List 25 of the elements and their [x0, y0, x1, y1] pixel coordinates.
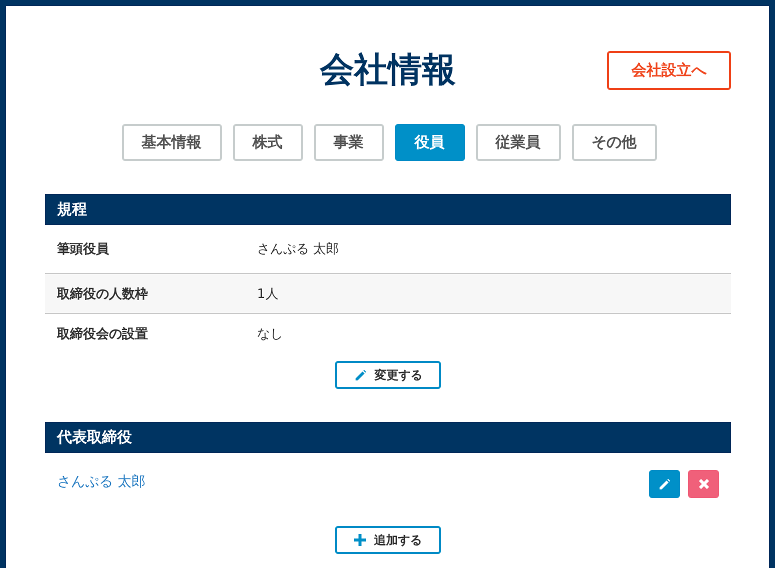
tab[interactable]: 基本情報 — [122, 124, 222, 161]
edit-button[interactable] — [649, 470, 680, 498]
delete-button[interactable] — [688, 470, 719, 498]
tab[interactable]: 従業員 — [476, 124, 560, 161]
field-value: さんぷる 太郎 — [257, 241, 340, 258]
field-label: 筆頭役員 — [56, 241, 110, 258]
close-icon — [698, 479, 708, 489]
person-link[interactable]: さんぷる 太郎 — [57, 473, 641, 491]
tab[interactable]: その他 — [572, 124, 656, 161]
section-header: 代表取締役 — [45, 422, 731, 453]
tab[interactable]: 株式 — [232, 124, 302, 161]
tab[interactable]: 事業 — [314, 124, 384, 161]
establish-button[interactable]: 会社設立へ — [607, 51, 731, 90]
field-value: なし — [257, 326, 283, 342]
field-label: 取締役会の設置 — [56, 326, 149, 342]
add-button[interactable]: 追加する — [335, 526, 441, 554]
tab[interactable]: 役員 — [394, 124, 464, 161]
pencil-icon — [354, 368, 366, 382]
pencil-icon — [658, 478, 671, 490]
plus-icon — [354, 534, 366, 546]
field-label: 取締役の人数枠 — [56, 286, 149, 302]
section-header: 規程 — [45, 194, 731, 225]
field-value: 1人 — [257, 286, 278, 302]
page-title: 会社情報 — [320, 50, 456, 90]
change-button[interactable]: 変更する — [335, 361, 441, 389]
